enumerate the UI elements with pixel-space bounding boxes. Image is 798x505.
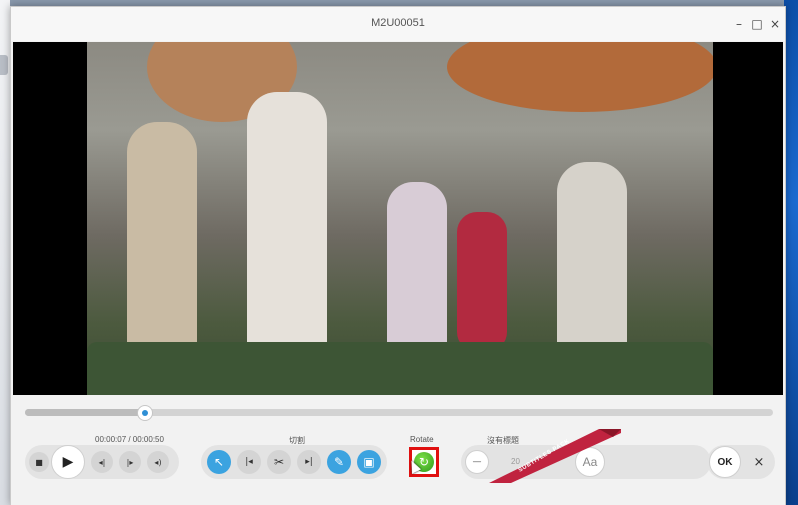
frame-deer-right bbox=[447, 42, 713, 112]
video-frame bbox=[87, 42, 713, 395]
stop-icon: ■ bbox=[35, 457, 43, 467]
frame-person-4 bbox=[457, 212, 507, 352]
titlebar: M2U00051 – □ × bbox=[11, 7, 785, 41]
frame-foreground bbox=[87, 342, 713, 395]
time-display: 00:00:07 / 00:00:50 bbox=[95, 435, 164, 444]
play-button[interactable]: ▶ bbox=[51, 445, 85, 479]
desktop-left-edge bbox=[0, 0, 10, 505]
seek-knob[interactable] bbox=[136, 405, 153, 421]
scissors-icon: ✂ bbox=[273, 455, 285, 469]
minimize-button[interactable]: – bbox=[731, 16, 747, 32]
minus-icon: — bbox=[472, 457, 482, 467]
play-icon: ▶ bbox=[62, 454, 74, 470]
video-editor-window: M2U00051 – □ × 00:00:07 / 00:00:50 切割 Ro… bbox=[10, 6, 786, 505]
mark-out-button[interactable]: ▸| bbox=[297, 450, 321, 474]
prev-frame-icon: ◂| bbox=[98, 457, 106, 467]
rotate-icon: ↻ bbox=[418, 455, 430, 469]
desktop-wallpaper-edge bbox=[784, 0, 798, 505]
scissors-button[interactable]: ✂ bbox=[267, 450, 291, 474]
next-frame-icon: |▸ bbox=[126, 457, 134, 467]
ribbon-band bbox=[489, 429, 621, 483]
control-bar: 00:00:07 / 00:00:50 切割 Rotate 沒有標題 ■ ▶ ◂… bbox=[11, 397, 785, 505]
ok-button[interactable]: OK bbox=[709, 446, 741, 478]
mark-in-button[interactable]: |◂ bbox=[237, 450, 261, 474]
volume-button[interactable]: ◂) bbox=[147, 451, 169, 473]
select-tool-button[interactable]: ↖ bbox=[207, 450, 231, 474]
stop-button[interactable]: ■ bbox=[29, 452, 49, 472]
maximize-button[interactable]: □ bbox=[749, 16, 765, 32]
desktop-left-nub bbox=[0, 55, 8, 75]
crop-button[interactable]: ▣ bbox=[357, 450, 381, 474]
mark-in-icon: |◂ bbox=[245, 457, 253, 467]
action-controls: OK × bbox=[707, 445, 775, 479]
cursor-icon: ↖ bbox=[213, 455, 225, 469]
close-icon: × bbox=[753, 454, 765, 470]
crop-frame-icon: ▣ bbox=[363, 455, 375, 469]
cancel-button[interactable]: × bbox=[749, 452, 769, 472]
playback-controls: ■ ▶ ◂| |▸ ◂) bbox=[25, 445, 179, 479]
volume-icon: ◂) bbox=[154, 457, 162, 467]
font-size-decrease-button[interactable]: — bbox=[465, 450, 489, 474]
ok-label: OK bbox=[717, 456, 733, 468]
mark-out-icon: ▸| bbox=[305, 457, 313, 467]
close-window-button[interactable]: × bbox=[767, 16, 783, 32]
subtitles-pack-ribbon[interactable]: SUBTITLES PACK bbox=[489, 429, 639, 483]
next-frame-button[interactable]: |▸ bbox=[119, 451, 141, 473]
pencil-icon: ✎ bbox=[333, 455, 345, 469]
rotate-label: Rotate bbox=[410, 435, 434, 444]
cut-tools: ↖ |◂ ✂ ▸| ✎ ▣ bbox=[201, 445, 387, 479]
window-title: M2U00051 bbox=[371, 17, 425, 29]
ribbon-shape bbox=[489, 429, 621, 483]
prev-frame-button[interactable]: ◂| bbox=[91, 451, 113, 473]
edit-tool-button[interactable]: ✎ bbox=[327, 450, 351, 474]
video-preview[interactable] bbox=[13, 42, 783, 395]
seek-track-fill bbox=[25, 409, 145, 416]
